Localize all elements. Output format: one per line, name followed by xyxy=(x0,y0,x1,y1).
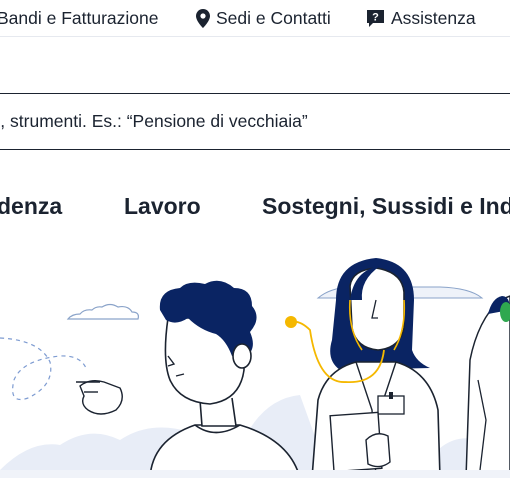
nav-item-previdenza[interactable]: denza xyxy=(0,193,62,220)
svg-text:?: ? xyxy=(372,11,379,23)
link-bandi-fatturazione[interactable]: Bandi e Fatturazione xyxy=(0,6,159,30)
right-person-partial xyxy=(465,295,510,478)
hero-illustration xyxy=(0,250,510,478)
search-input[interactable] xyxy=(0,94,510,149)
nav-item-lavoro[interactable]: Lavoro xyxy=(124,193,201,220)
link-assistenza[interactable]: ? Assistenza xyxy=(366,6,476,30)
people-illustration xyxy=(0,258,510,478)
map-pin-icon xyxy=(196,8,210,28)
link-bandi-fatturazione-label: Bandi e Fatturazione xyxy=(0,7,159,28)
nav-item-sostegni[interactable]: Sostegni, Sussidi e Inde xyxy=(262,193,510,220)
link-assistenza-label: Assistenza xyxy=(391,7,476,28)
top-utility-bar: Bandi e Fatturazione Sedi e Contatti ? A… xyxy=(0,0,510,37)
link-sedi-contatti[interactable]: Sedi e Contatti xyxy=(196,6,331,30)
link-sedi-contatti-label: Sedi e Contatti xyxy=(216,7,331,28)
help-chat-icon: ? xyxy=(366,9,385,28)
search-bar xyxy=(0,93,510,150)
